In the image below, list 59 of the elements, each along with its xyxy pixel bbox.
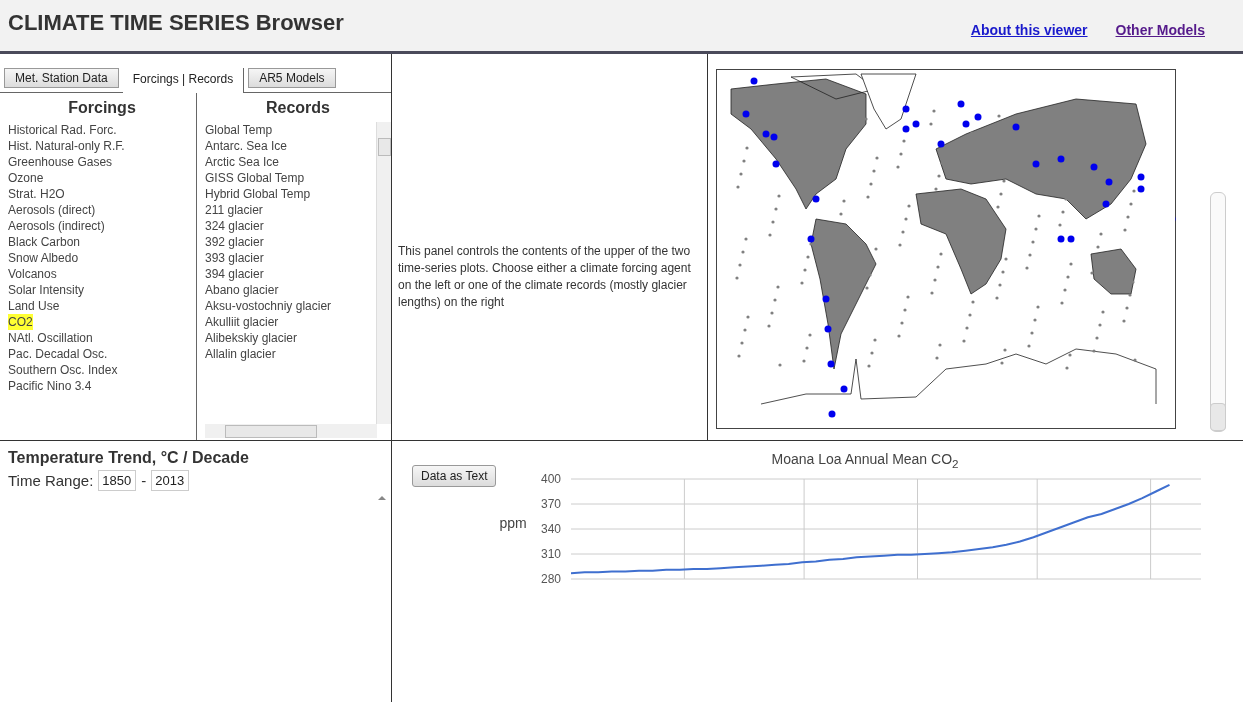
- panel-description: This panel controls the contents of the upper of the two time-series plots. Choose either a climate forcing agent on the left or one of the climate records (mostly glacier lengths) on the right: [398, 243, 692, 311]
- record-item[interactable]: Arctic Sea Ice: [205, 154, 280, 170]
- page-title: CLIMATE TIME SERIES Browser: [8, 10, 344, 36]
- y-tick-label: 400: [541, 472, 562, 486]
- y-tick-label: 370: [541, 497, 562, 511]
- record-item[interactable]: Alibekskiy glacier: [205, 330, 298, 346]
- tab[interactable]: Met. Station Data: [4, 68, 119, 88]
- forcing-item[interactable]: Hist. Natural-only R.F.: [8, 138, 125, 154]
- record-item[interactable]: 392 glacier: [205, 234, 264, 250]
- record-item[interactable]: Antarc. Sea Ice: [205, 138, 288, 154]
- record-item[interactable]: Akulliit glacier: [205, 314, 279, 330]
- horizontal-scrollbar[interactable]: [205, 424, 377, 438]
- tab[interactable]: AR5 Models: [248, 68, 336, 88]
- time-range-label: Time Range:: [8, 472, 94, 489]
- forcing-item[interactable]: Strat. H2O: [8, 186, 65, 202]
- forcing-item[interactable]: Black Carbon: [8, 234, 81, 250]
- trend-heading: Temperature Trend, °C / Decade: [8, 449, 250, 467]
- forcing-item[interactable]: CO2: [8, 314, 33, 330]
- forcing-item[interactable]: Pacific Nino 3.4: [8, 378, 92, 394]
- forcing-item[interactable]: Solar Intensity: [8, 282, 85, 298]
- record-item[interactable]: 394 glacier: [205, 266, 264, 282]
- forcing-item[interactable]: Historical Rad. Forc.: [8, 122, 117, 138]
- range-separator: -: [141, 472, 147, 489]
- forcing-item[interactable]: Pac. Decadal Osc.: [8, 346, 108, 362]
- forcing-item[interactable]: Ozone: [8, 170, 44, 186]
- record-item[interactable]: 324 glacier: [205, 218, 264, 234]
- y-tick-label: 340: [541, 522, 562, 536]
- zoom-slider[interactable]: [1210, 192, 1226, 432]
- record-item[interactable]: Allalin glacier: [205, 346, 276, 362]
- chart-title: Moana Loa Annual Mean CO$_{2}$: [771, 451, 959, 470]
- scroll-up-icon[interactable]: [377, 493, 387, 503]
- start-year-field[interactable]: 1850: [98, 470, 137, 491]
- record-item[interactable]: 211 glacier: [205, 202, 263, 218]
- data-as-text-button[interactable]: Data as Text: [412, 465, 497, 487]
- record-item[interactable]: GISS Global Temp: [205, 170, 305, 186]
- y-tick-label: 310: [541, 547, 562, 561]
- record-item[interactable]: Global Temp: [205, 122, 273, 138]
- header-link[interactable]: Other Models: [1115, 22, 1205, 38]
- forcing-item[interactable]: Aerosols (direct): [8, 202, 96, 218]
- tab[interactable]: Forcings | Records: [122, 68, 245, 93]
- y-axis-label: ppm: [499, 515, 527, 531]
- forcing-item[interactable]: Land Use: [8, 298, 60, 314]
- slider-thumb[interactable]: [1210, 403, 1226, 431]
- forcing-item[interactable]: NAtl. Oscillation: [8, 330, 93, 346]
- forcing-item[interactable]: Aerosols (indirect): [8, 218, 105, 234]
- record-item[interactable]: Abano glacier: [205, 282, 279, 298]
- forcing-item[interactable]: Volcanos: [8, 266, 57, 282]
- list-heading: Records: [265, 98, 331, 118]
- header-link[interactable]: About this viewer: [970, 22, 1088, 38]
- record-item[interactable]: Hybrid Global Temp: [205, 186, 311, 202]
- record-item[interactable]: 393 glacier: [205, 250, 264, 266]
- vertical-scrollbar[interactable]: [376, 122, 391, 424]
- forcing-item[interactable]: Southern Osc. Index: [8, 362, 118, 378]
- forcing-item[interactable]: Greenhouse Gases: [8, 154, 113, 170]
- end-year-field[interactable]: 2013: [151, 470, 190, 491]
- record-item[interactable]: Aksu-vostochniy glacier: [205, 298, 332, 314]
- forcing-item[interactable]: Snow Albedo: [8, 250, 79, 266]
- y-tick-label: 280: [541, 572, 562, 586]
- list-heading: Forcings: [67, 98, 137, 118]
